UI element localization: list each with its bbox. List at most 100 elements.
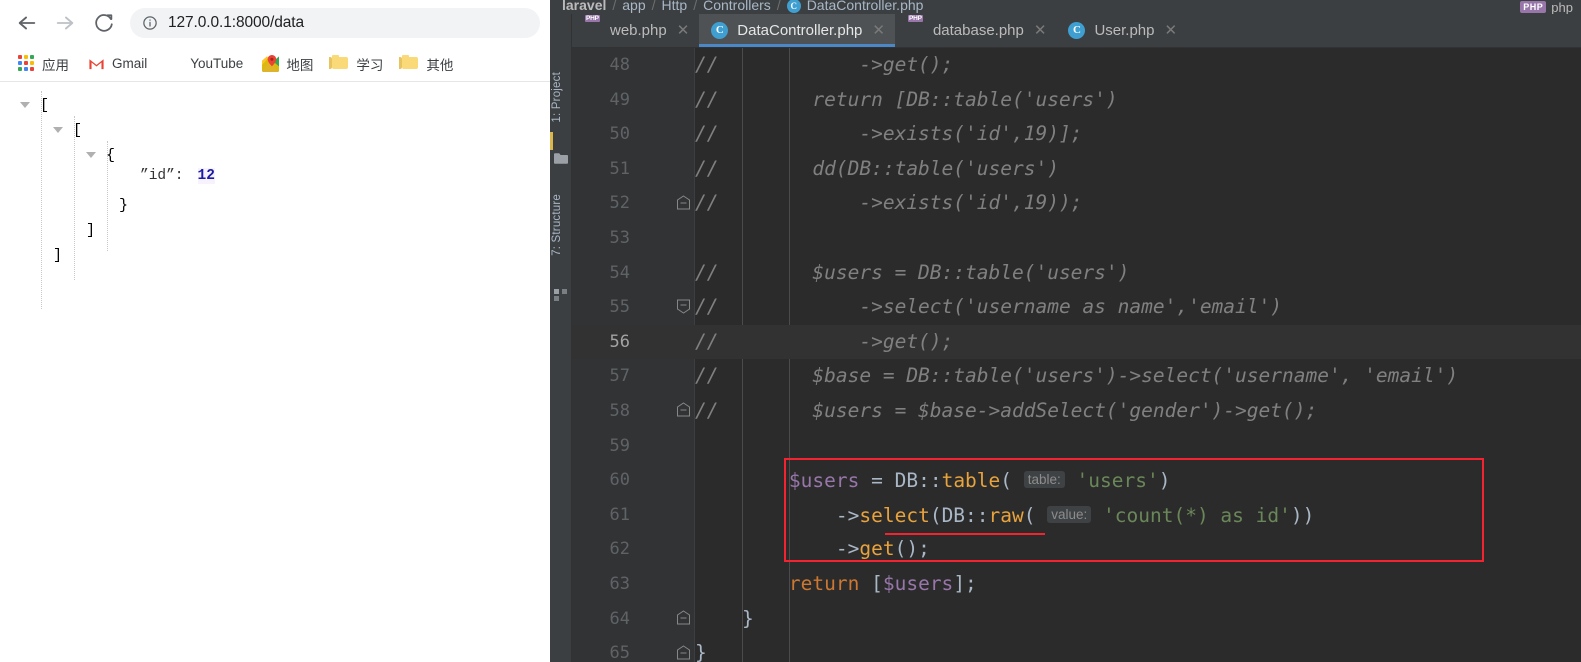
apps-grid-icon	[18, 55, 35, 72]
tab-label: web.php	[610, 22, 667, 39]
line-number: 50	[609, 124, 630, 145]
arrow-right-icon	[54, 12, 76, 34]
code-line-51: // dd(DB::table('users')	[695, 156, 1059, 180]
info-circle-icon[interactable]	[142, 15, 158, 31]
bookmark-apps[interactable]: 应用	[14, 51, 78, 77]
close-icon[interactable]: ✕	[1165, 23, 1178, 38]
folder-icon	[399, 55, 419, 72]
bookmark-folder-study[interactable]: 学习	[328, 51, 392, 77]
breadcrumb-item-app[interactable]: app	[622, 0, 645, 14]
parameter-hint-value: value:	[1047, 505, 1092, 523]
project-folder-icon	[554, 149, 568, 164]
tab-database-php[interactable]: database.php ✕	[895, 14, 1057, 47]
code-editor[interactable]: 48 49 50 51 52 53 54 55 56 57 58 59 60 6…	[572, 48, 1581, 662]
code-line-54: // $users = DB::table('users')	[695, 260, 1130, 284]
line-number: 55	[609, 297, 630, 318]
line-number: 61	[609, 504, 630, 525]
bookmark-youtube[interactable]: YouTube	[162, 51, 252, 77]
forward-button[interactable]	[46, 4, 84, 42]
php-interpreter-badge[interactable]: PHP php	[1520, 0, 1573, 14]
close-icon[interactable]: ✕	[677, 23, 690, 38]
structure-icon	[554, 286, 568, 301]
bookmark-label: 学习	[356, 57, 384, 73]
google-maps-icon	[262, 55, 280, 72]
fold-marker-end[interactable]	[676, 645, 691, 661]
annotation-underline	[885, 533, 1045, 535]
close-icon[interactable]: ✕	[872, 23, 885, 38]
json-key: ”id”:	[140, 168, 184, 184]
line-number: 62	[609, 539, 630, 560]
bookmark-maps[interactable]: 地图	[258, 51, 322, 77]
bookmark-label: 地图	[286, 57, 314, 73]
bookmarks-bar: 应用 Gmail YouTube 地图 学习 其他	[0, 46, 550, 82]
json-bracket: ]	[53, 247, 63, 264]
back-button[interactable]	[8, 4, 46, 42]
bookmark-gmail[interactable]: Gmail	[84, 51, 156, 77]
line-number: 49	[609, 89, 630, 110]
address-bar[interactable]: 127.0.0.1:8000/data	[130, 8, 540, 38]
code-line-62: ->get();	[695, 537, 930, 561]
json-line[interactable]: [	[16, 118, 550, 143]
parameter-hint-table: table:	[1023, 471, 1065, 489]
breadcrumb-item-http[interactable]: Http	[662, 0, 688, 14]
reload-icon	[93, 13, 114, 34]
collapse-triangle-icon[interactable]	[86, 152, 96, 158]
tab-datacontroller-php[interactable]: C DataController.php ✕	[699, 14, 895, 47]
editor-tab-bar: web.php ✕ C DataController.php ✕ databas…	[572, 14, 1581, 48]
php-file-icon	[907, 22, 925, 40]
code-line-64: }	[695, 606, 754, 630]
json-value: 12	[197, 168, 215, 184]
line-number: 58	[609, 401, 630, 421]
tab-label: DataController.php	[737, 22, 863, 39]
json-line: ]	[16, 218, 550, 243]
reload-button[interactable]	[84, 4, 122, 42]
breadcrumb-item-file[interactable]: DataController.php	[807, 0, 924, 14]
tab-user-php[interactable]: C User.php ✕	[1056, 14, 1187, 47]
fold-marker-end[interactable]	[676, 610, 691, 626]
json-line: }	[16, 193, 550, 218]
php-class-icon: C	[711, 21, 729, 40]
line-number: 54	[609, 262, 630, 283]
json-bracket: }	[119, 197, 129, 214]
code-line-58: // $users = $base->addSelect('gender')->…	[695, 399, 1318, 422]
fold-marker-end[interactable]	[676, 402, 691, 418]
tool-window-structure[interactable]: 7: Structure	[551, 194, 563, 256]
bookmark-label: Gmail	[112, 56, 148, 71]
collapse-triangle-icon[interactable]	[20, 102, 30, 108]
breadcrumb-item-controllers[interactable]: Controllers	[703, 0, 771, 14]
close-icon[interactable]: ✕	[1034, 23, 1047, 38]
bookmark-label: YouTube	[190, 56, 244, 71]
line-number: 57	[609, 366, 630, 387]
json-property: ”id”: 12	[16, 168, 550, 193]
tab-web-php[interactable]: web.php ✕	[572, 14, 699, 47]
php-badge-label: php	[1551, 0, 1573, 14]
json-line[interactable]: {	[16, 143, 550, 168]
browser-toolbar: 127.0.0.1:8000/data	[0, 0, 550, 46]
line-number: 60	[609, 470, 630, 491]
line-number: 53	[609, 228, 630, 248]
tab-label: User.php	[1094, 22, 1155, 39]
breadcrumb-item-project[interactable]: laravel	[562, 0, 606, 14]
code-line-57: // $base = DB::table('users')->select('u…	[695, 364, 1459, 388]
breadcrumb-separator: /	[776, 0, 781, 13]
json-line[interactable]: [	[16, 93, 550, 118]
code-line-63: return [$users];	[788, 572, 977, 595]
youtube-icon	[166, 55, 183, 72]
code-line-52: // ->exists('id',19));	[695, 191, 1083, 215]
fold-marker-end[interactable]	[676, 195, 691, 211]
line-number-current: 56	[609, 331, 630, 352]
json-bracket: {	[106, 147, 116, 164]
bookmark-label: 应用	[42, 57, 69, 73]
code-line-55: // ->select('username as name','email')	[695, 295, 1282, 319]
tool-window-project[interactable]: 1: Project	[551, 72, 563, 123]
line-number: 51	[609, 158, 630, 179]
code-line-50: // ->exists('id',19)];	[695, 122, 1083, 146]
line-number: 59	[609, 435, 630, 456]
arrow-left-icon	[16, 12, 38, 34]
url-text: 127.0.0.1:8000/data	[168, 14, 305, 31]
tab-label: database.php	[932, 22, 1024, 39]
bookmark-folder-other[interactable]: 其他	[398, 51, 462, 77]
collapse-triangle-icon[interactable]	[53, 127, 63, 133]
tool-window-bar: 1: Project 7: Structure	[550, 14, 572, 662]
fold-marker-start[interactable]	[676, 298, 691, 314]
